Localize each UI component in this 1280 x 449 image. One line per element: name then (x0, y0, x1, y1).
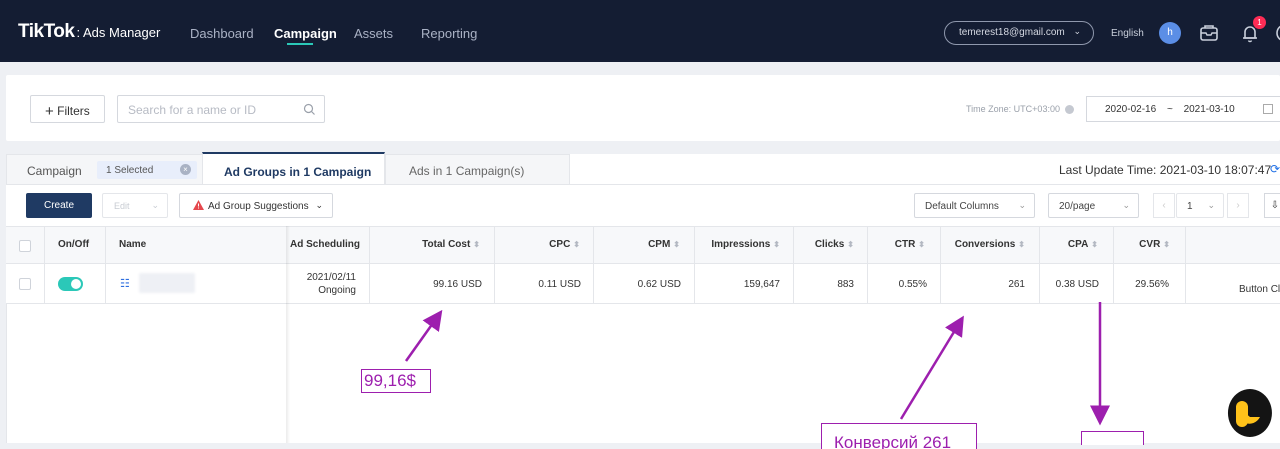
cost-arrow (404, 309, 443, 362)
brand-corner-logo (1227, 389, 1272, 437)
annotation-arrows (404, 302, 1110, 426)
annotation-cost: 99,16$ (361, 369, 431, 393)
annotation-conversions: Конверсий 261 (821, 423, 977, 449)
conversions-arrow (899, 315, 964, 420)
